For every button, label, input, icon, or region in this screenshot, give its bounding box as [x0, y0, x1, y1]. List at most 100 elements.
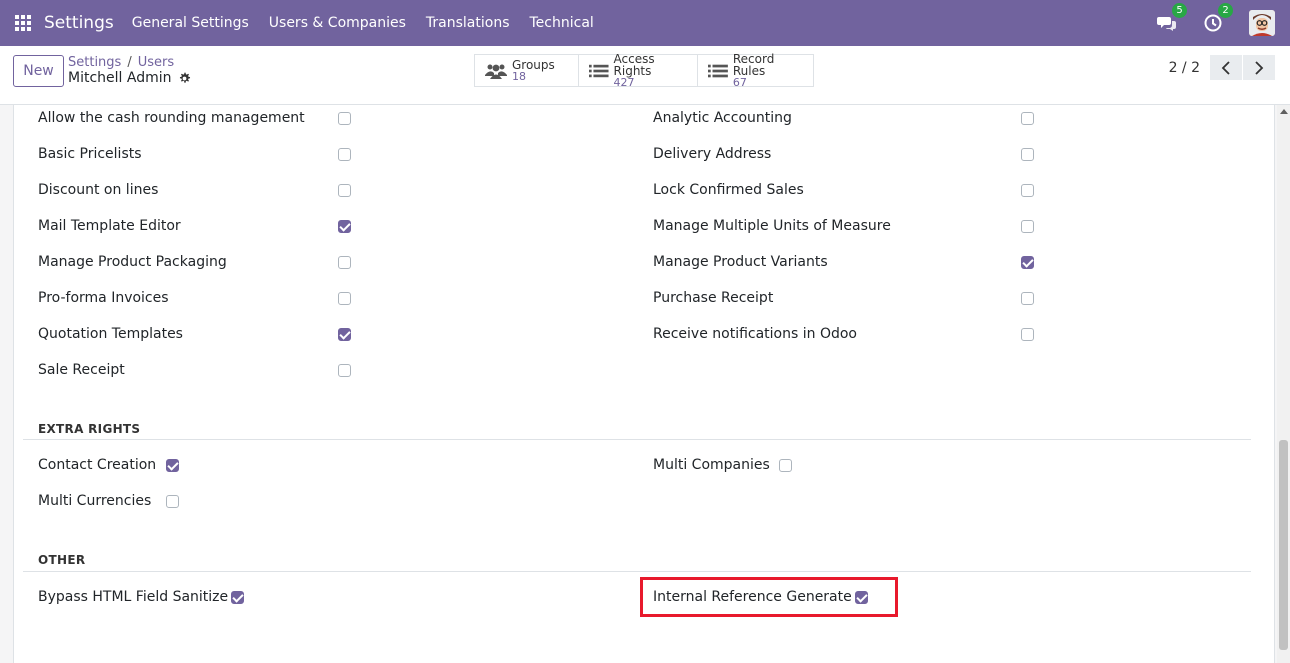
- app-brand[interactable]: Settings: [44, 13, 114, 33]
- gear-icon[interactable]: [178, 72, 191, 85]
- delivery-address-checkbox[interactable]: [1021, 148, 1034, 161]
- groups-smart-button[interactable]: Groups 18: [475, 55, 579, 86]
- record-name: Mitchell Admin: [68, 70, 172, 86]
- menu-general-settings[interactable]: General Settings: [132, 15, 249, 31]
- multiple-uom-checkbox[interactable]: [1021, 220, 1034, 233]
- setting-row: Mail Template Editor: [38, 216, 181, 236]
- apps-menu-icon[interactable]: [15, 15, 31, 31]
- list-icon: [589, 64, 609, 77]
- setting-row: Lock Confirmed Sales: [653, 180, 804, 200]
- setting-label: Analytic Accounting: [653, 110, 792, 126]
- scroll-up-arrow-icon[interactable]: [1280, 109, 1288, 114]
- mail-template-editor-checkbox[interactable]: [338, 220, 351, 233]
- setting-label: Manage Multiple Units of Measure: [653, 218, 891, 234]
- multi-companies-checkbox[interactable]: [779, 459, 792, 472]
- menu-technical[interactable]: Technical: [530, 15, 594, 31]
- setting-row: Bypass HTML Field Sanitize: [38, 587, 228, 607]
- messages-badge: 5: [1172, 3, 1187, 18]
- record-title: Mitchell Admin: [68, 70, 191, 86]
- record-rules-label: Record Rules: [732, 51, 775, 78]
- setting-label: Receive notifications in Odoo: [653, 326, 857, 342]
- bypass-html-sanitize-checkbox[interactable]: [231, 591, 244, 604]
- setting-row: Quotation Templates: [38, 324, 183, 344]
- menu-translations[interactable]: Translations: [426, 15, 510, 31]
- contact-creation-checkbox[interactable]: [166, 459, 179, 472]
- access-rights-label: Access Rights: [613, 51, 655, 78]
- top-navbar: Settings General Settings Users & Compan…: [0, 0, 1290, 46]
- groups-label: Groups: [512, 57, 555, 72]
- setting-row: Basic Pricelists: [38, 144, 142, 164]
- activities-badge: 2: [1218, 3, 1233, 18]
- setting-row: Manage Multiple Units of Measure: [653, 216, 891, 236]
- control-panel: New Settings / Users Mitchell Admin Groups…: [0, 46, 1290, 105]
- setting-row: Delivery Address: [653, 144, 771, 164]
- breadcrumb-users[interactable]: Users: [138, 55, 174, 70]
- product-packaging-checkbox[interactable]: [338, 256, 351, 269]
- quotation-templates-checkbox[interactable]: [338, 328, 351, 341]
- setting-label: Discount on lines: [38, 182, 159, 198]
- section-title-other: OTHER: [38, 553, 86, 567]
- pager-next-button[interactable]: [1243, 55, 1275, 80]
- list-icon: [708, 64, 728, 77]
- setting-row: Purchase Receipt: [653, 288, 773, 308]
- setting-label: Pro-forma Invoices: [38, 290, 169, 306]
- setting-row: Discount on lines: [38, 180, 158, 200]
- messages-icon[interactable]: 5: [1157, 3, 1187, 33]
- odoo-notifications-checkbox[interactable]: [1021, 328, 1034, 341]
- lock-confirmed-sales-checkbox[interactable]: [1021, 184, 1034, 197]
- access-rights-smart-button[interactable]: Access Rights 427: [579, 51, 698, 89]
- chevron-right-icon: [1255, 60, 1264, 75]
- setting-row: Pro-forma Invoices: [38, 288, 169, 308]
- setting-row: Analytic Accounting: [653, 108, 792, 128]
- groups-count: 18: [512, 69, 526, 83]
- scrollbar-thumb[interactable]: [1279, 440, 1288, 650]
- setting-row: Multi Currencies: [38, 491, 151, 511]
- chevron-left-icon: [1221, 60, 1230, 75]
- pager-previous-button[interactable]: [1210, 55, 1242, 80]
- purchase-receipt-checkbox[interactable]: [1021, 292, 1034, 305]
- setting-label: Lock Confirmed Sales: [653, 182, 804, 198]
- new-button[interactable]: New: [13, 55, 64, 87]
- setting-label: Manage Product Packaging: [38, 254, 227, 270]
- sale-receipt-checkbox[interactable]: [338, 364, 351, 377]
- breadcrumb-settings[interactable]: Settings: [68, 55, 121, 70]
- setting-row: Manage Product Packaging: [38, 252, 227, 272]
- access-rights-count: 427: [613, 75, 635, 89]
- highlight-annotation: [640, 577, 898, 617]
- setting-label: Delivery Address: [653, 146, 772, 162]
- discount-on-lines-checkbox[interactable]: [338, 184, 351, 197]
- setting-row: Receive notifications in Odoo: [653, 324, 857, 344]
- breadcrumb: Settings / Users: [68, 55, 175, 70]
- setting-row: Manage Product Variants: [653, 252, 828, 272]
- setting-row: Allow the cash rounding management: [38, 108, 305, 128]
- setting-row: Multi Companies: [653, 455, 770, 475]
- section-divider: [23, 571, 1251, 572]
- section-title-extra-rights: EXTRA RIGHTS: [38, 422, 141, 436]
- analytic-accounting-checkbox[interactable]: [1021, 112, 1034, 125]
- product-variants-checkbox[interactable]: [1021, 256, 1034, 269]
- basic-pricelists-checkbox[interactable]: [338, 148, 351, 161]
- setting-label: Sale Receipt: [38, 362, 125, 378]
- users-icon: [485, 64, 507, 79]
- pro-forma-invoices-checkbox[interactable]: [338, 292, 351, 305]
- setting-label: Mail Template Editor: [38, 218, 181, 234]
- setting-label: Manage Product Variants: [653, 254, 828, 270]
- activities-clock-icon[interactable]: 2: [1203, 3, 1233, 33]
- menu-users-companies[interactable]: Users & Companies: [269, 15, 406, 31]
- cash-rounding-checkbox[interactable]: [338, 112, 351, 125]
- pager-value[interactable]: 2 / 2: [1169, 60, 1200, 76]
- multi-currencies-checkbox[interactable]: [166, 495, 179, 508]
- record-rules-count: 67: [732, 75, 747, 89]
- setting-label: Multi Currencies: [38, 493, 152, 509]
- setting-label: Allow the cash rounding management: [38, 110, 305, 126]
- scrollbar[interactable]: [1277, 105, 1290, 663]
- record-rules-smart-button[interactable]: Record Rules 67: [698, 51, 813, 89]
- setting-label: Purchase Receipt: [653, 290, 774, 306]
- setting-row: Sale Receipt: [38, 360, 125, 380]
- setting-label: Basic Pricelists: [38, 146, 142, 162]
- setting-label: Bypass HTML Field Sanitize: [38, 589, 229, 605]
- setting-label: Contact Creation: [38, 457, 157, 473]
- setting-label: Multi Companies: [653, 457, 770, 473]
- setting-label: Quotation Templates: [38, 326, 183, 342]
- user-avatar[interactable]: [1249, 10, 1275, 36]
